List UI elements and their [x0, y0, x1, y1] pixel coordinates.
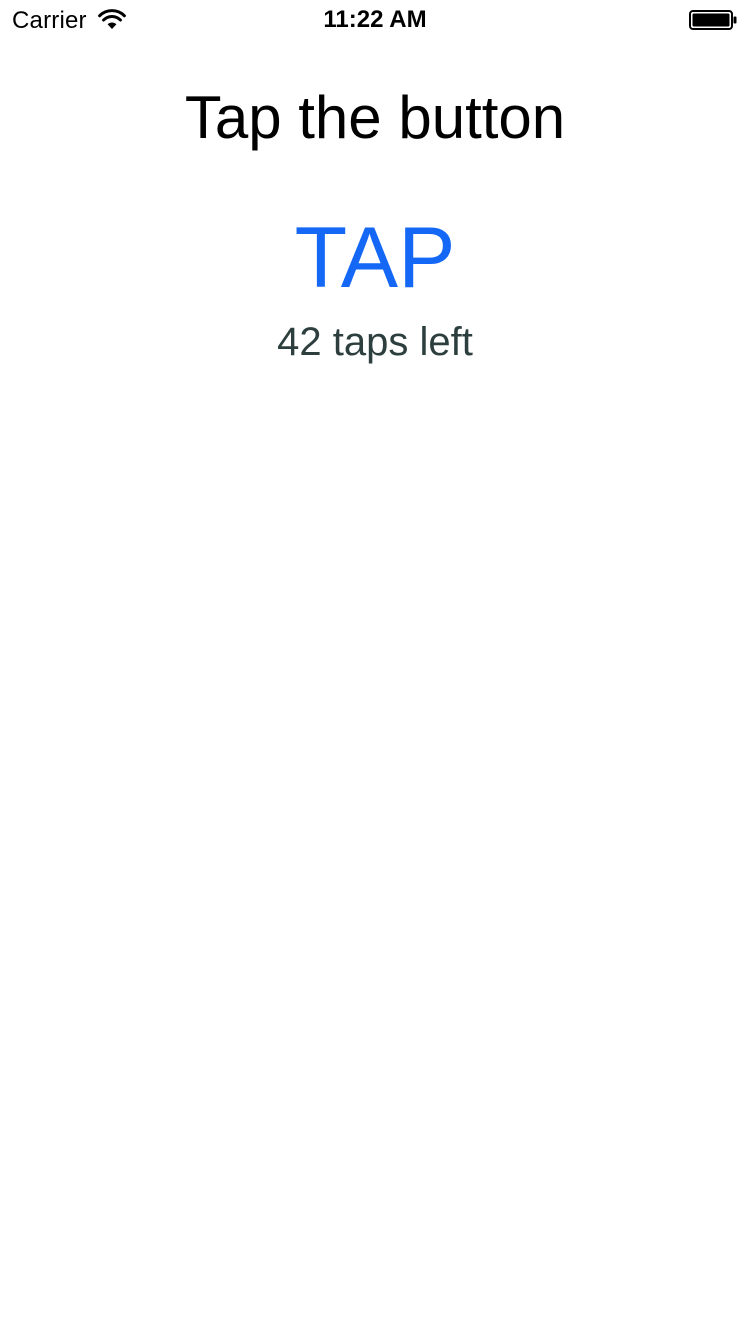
tap-button[interactable]: TAP [275, 208, 475, 308]
battery-full-icon [689, 10, 737, 30]
status-bar: Carrier 11:22 AM [0, 0, 750, 40]
taps-left-label: 42 taps left [277, 320, 473, 364]
app-screen: Carrier 11:22 AM Tap the button TAP 42 t… [0, 0, 750, 1334]
page-title: Tap the button [184, 84, 566, 151]
status-time: 11:22 AM [323, 6, 427, 33]
